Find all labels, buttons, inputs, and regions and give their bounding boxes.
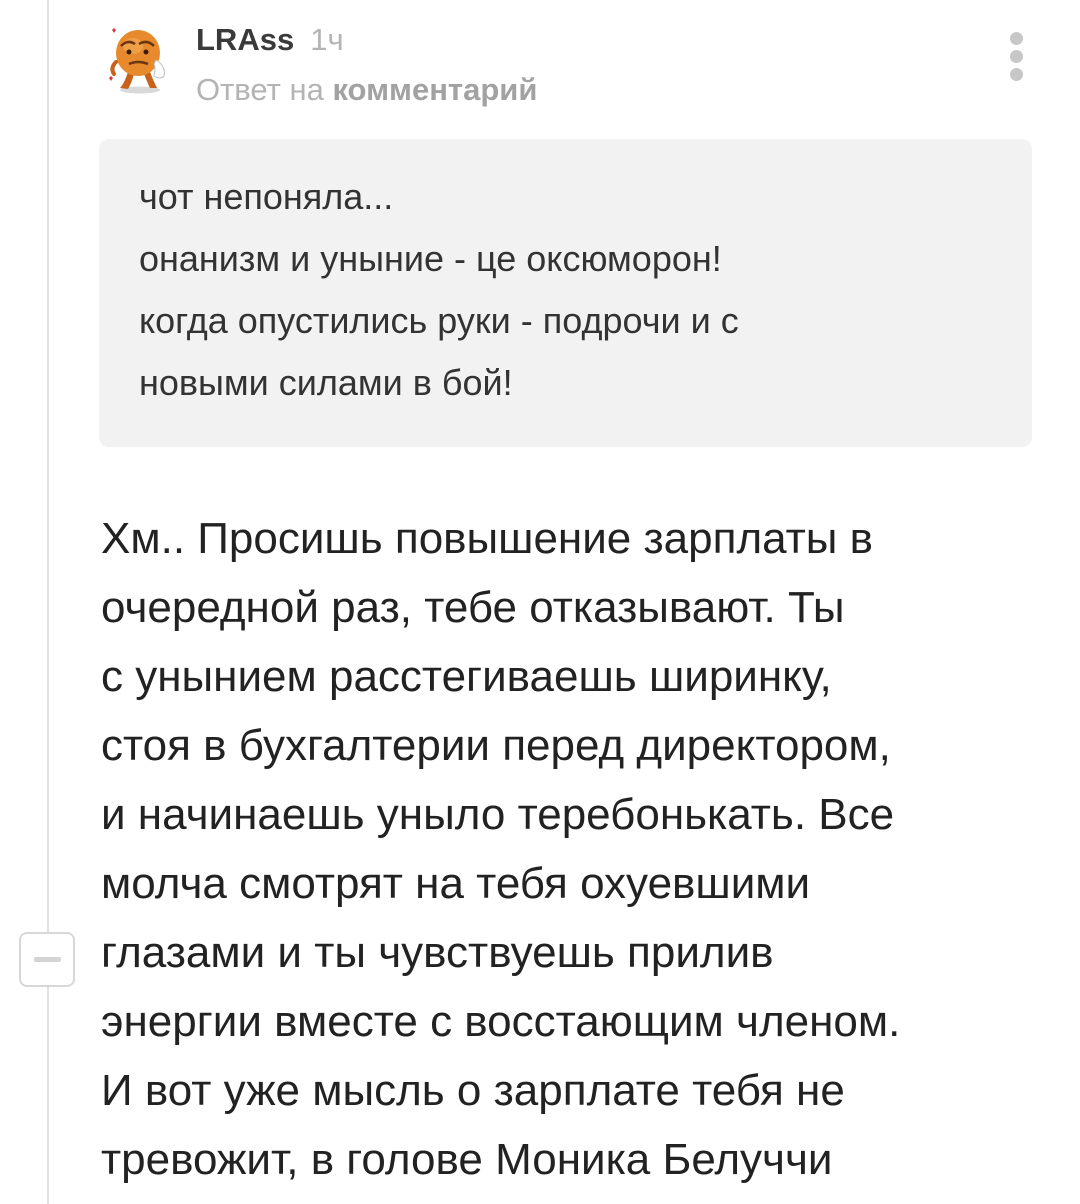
- avatar[interactable]: [104, 22, 176, 96]
- body-line: с унынием расстегиваешь ширинку,: [101, 652, 832, 701]
- collapse-thread-button[interactable]: [19, 932, 75, 987]
- author-name[interactable]: LRAss: [196, 22, 294, 58]
- body-line: стоя в бухгалтерии перед директором,: [101, 721, 891, 770]
- more-options-button[interactable]: [996, 26, 1040, 86]
- body-line: тревожит, в голове Моника Белуччи: [101, 1135, 833, 1184]
- comment-time: 1ч: [310, 22, 344, 57]
- comment-header: LRAss 1ч: [196, 22, 344, 62]
- orange-cartoon-character-avatar-icon: [109, 28, 165, 94]
- quoted-comment: чот непоняла... онанизм и уныние - це ок…: [99, 139, 1032, 447]
- quote-line: когда опустились руки - подрочи и с: [139, 300, 739, 341]
- reply-to-line: Ответ на комментарий: [196, 72, 537, 108]
- minus-icon: [34, 957, 61, 962]
- body-line: Хм.. Просишь повышение зарплаты в: [101, 514, 873, 563]
- reply-parent-link[interactable]: комментарий: [332, 72, 537, 107]
- comment-body: Хм.. Просишь повышение зарплаты в очеред…: [101, 504, 1061, 1194]
- quote-line: онанизм и уныние - це оксюморон!: [139, 238, 722, 279]
- body-line: глазами и ты чувствуешь прилив: [101, 928, 774, 977]
- quote-line: новыми силами в бой!: [139, 362, 513, 403]
- body-line: энергии вместе с восстающим членом.: [101, 997, 901, 1046]
- thread-line: [47, 0, 49, 1204]
- body-line: и начинаешь уныло теребонькать. Все: [101, 790, 895, 839]
- more-vertical-icon-dot-2: [1010, 50, 1023, 63]
- more-vertical-icon-dot-1: [1010, 32, 1023, 45]
- reply-prefix: Ответ на: [196, 72, 324, 107]
- body-line: молча смотрят на тебя охуевшими: [101, 859, 811, 908]
- body-line: очередной раз, тебе отказывают. Ты: [101, 583, 845, 632]
- body-line: И вот уже мысль о зарплате тебя не: [101, 1066, 845, 1115]
- quote-line: чот непоняла...: [139, 176, 394, 217]
- more-vertical-icon-dot-3: [1010, 68, 1023, 81]
